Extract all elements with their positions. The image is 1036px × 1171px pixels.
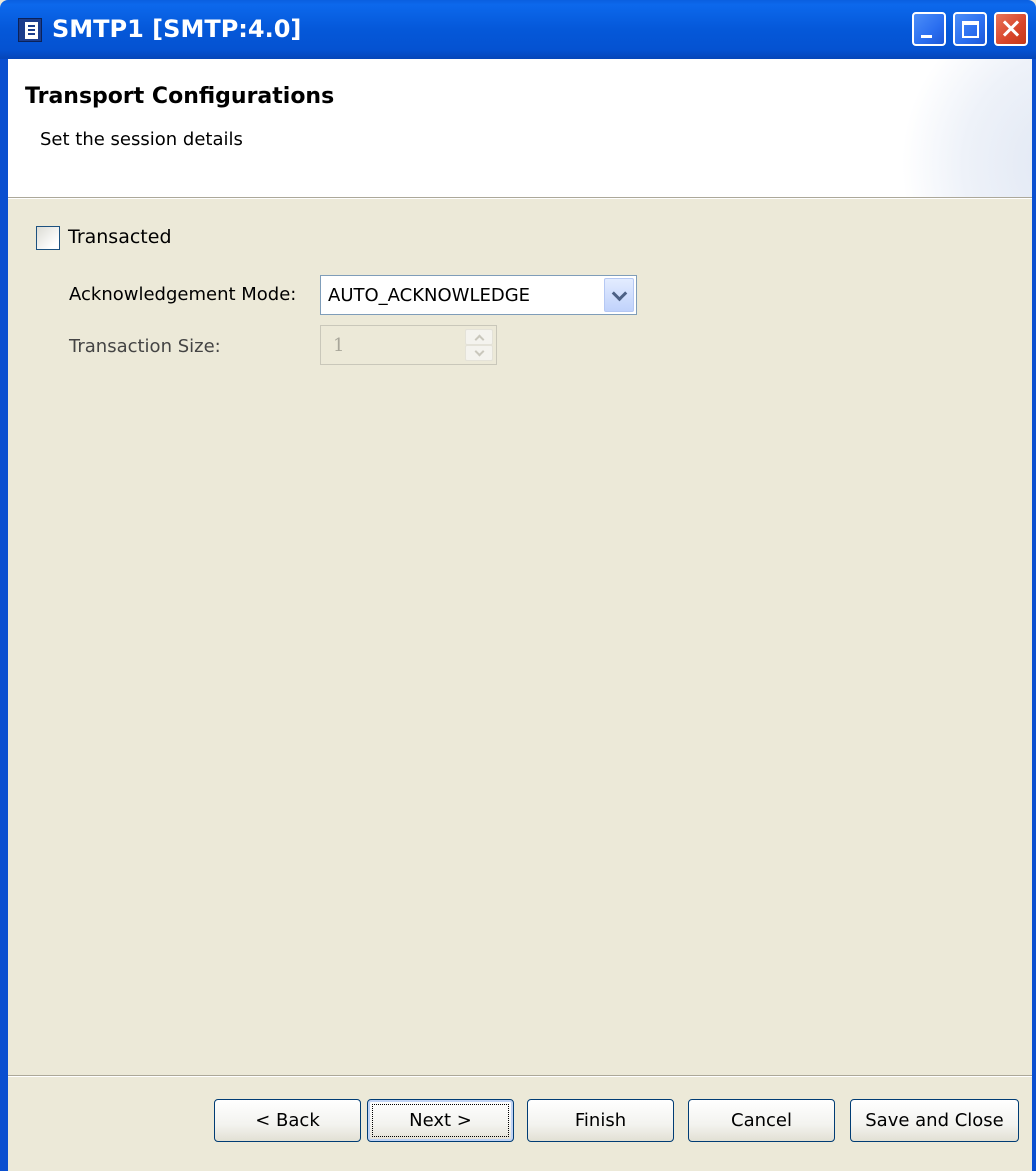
minimize-icon bbox=[921, 35, 932, 38]
minimize-button[interactable] bbox=[912, 12, 946, 46]
wizard-window: SMTP1 [SMTP:4.0] Transport Configuration… bbox=[0, 0, 1036, 1171]
acknowledgement-mode-value: AUTO_ACKNOWLEDGE bbox=[328, 285, 531, 306]
window-frame-right bbox=[1032, 59, 1036, 1171]
save-and-close-button-label: Save and Close bbox=[865, 1110, 1004, 1131]
next-button-label: Next > bbox=[409, 1110, 472, 1131]
transaction-size-value: 1 bbox=[333, 335, 345, 356]
transacted-checkbox[interactable] bbox=[36, 226, 60, 250]
maximize-button[interactable] bbox=[953, 12, 987, 46]
save-and-close-button[interactable]: Save and Close bbox=[850, 1099, 1019, 1142]
acknowledgement-mode-select[interactable]: AUTO_ACKNOWLEDGE bbox=[320, 275, 637, 315]
window-frame-left bbox=[0, 59, 8, 1171]
header-decoration bbox=[892, 59, 1032, 197]
maximize-icon bbox=[962, 21, 979, 38]
page-subtitle: Set the session details bbox=[40, 129, 243, 150]
title-bar[interactable]: SMTP1 [SMTP:4.0] bbox=[0, 0, 1036, 59]
wizard-header: Transport Configurations Set the session… bbox=[8, 59, 1032, 197]
page-title: Transport Configurations bbox=[25, 84, 335, 109]
cancel-button-label: Cancel bbox=[731, 1110, 792, 1131]
transacted-label[interactable]: Transacted bbox=[68, 226, 172, 248]
back-button-label: < Back bbox=[255, 1110, 320, 1131]
back-button[interactable]: < Back bbox=[214, 1099, 361, 1142]
dropdown-button[interactable] bbox=[604, 278, 634, 312]
spinner-buttons bbox=[465, 329, 493, 361]
header-divider-highlight bbox=[8, 198, 1032, 199]
cancel-button[interactable]: Cancel bbox=[688, 1099, 835, 1142]
chevron-down-icon bbox=[465, 345, 493, 361]
app-icon bbox=[18, 18, 42, 42]
close-button[interactable] bbox=[994, 12, 1028, 46]
close-icon bbox=[996, 14, 1026, 44]
finish-button-label: Finish bbox=[574, 1110, 627, 1131]
finish-button[interactable]: Finish bbox=[527, 1099, 674, 1142]
transaction-size-spinner: 1 bbox=[320, 325, 497, 365]
next-button[interactable]: Next > bbox=[367, 1099, 514, 1142]
acknowledgement-mode-label: Acknowledgement Mode: bbox=[69, 284, 297, 305]
chevron-down-icon bbox=[611, 285, 628, 302]
footer-divider-highlight bbox=[8, 1076, 1032, 1077]
transaction-size-label: Transaction Size: bbox=[69, 336, 221, 357]
window-title: SMTP1 [SMTP:4.0] bbox=[52, 15, 302, 43]
chevron-up-icon bbox=[465, 329, 493, 345]
